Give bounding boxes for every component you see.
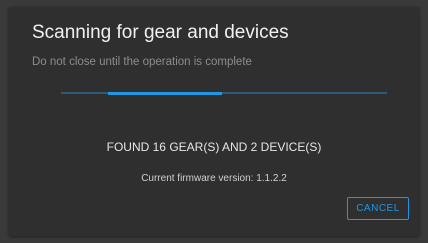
dialog-subtitle: Do not close until the operation is comp… <box>32 56 252 68</box>
scan-progress-fill <box>108 91 222 95</box>
scan-progress-bar <box>61 91 387 95</box>
dialog-title: Scanning for gear and devices <box>32 22 289 43</box>
cancel-button[interactable]: CANCEL <box>347 197 409 220</box>
firmware-version-text: Current firmware version: 1.1.2.2 <box>141 173 287 184</box>
scan-dialog: Scanning for gear and devices Do not clo… <box>9 7 419 236</box>
found-count-text: FOUND 16 GEAR(S) AND 2 DEVICE(S) <box>106 140 322 154</box>
